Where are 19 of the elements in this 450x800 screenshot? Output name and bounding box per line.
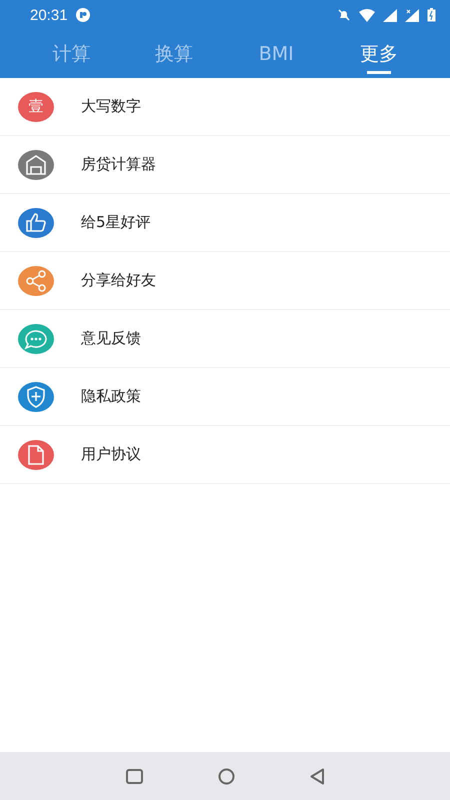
recents-icon[interactable] (126, 768, 142, 784)
back-icon[interactable] (310, 768, 324, 784)
menu-item-label[interactable]: 用户协议 (81, 445, 141, 464)
app-notification-icon (76, 8, 90, 22)
menu-item-label[interactable]: 分享给好友 (81, 271, 156, 290)
glyph-icon: 壹 (18, 92, 54, 122)
menu-item-label[interactable]: 房贷计算器 (81, 155, 156, 174)
battery-icon (427, 8, 436, 22)
tab[interactable]: 更多 (328, 30, 430, 78)
menu-item-label[interactable]: 意见反馈 (81, 329, 141, 348)
bell-off-icon (337, 8, 351, 22)
signal-icon (383, 8, 397, 22)
menu-item-label[interactable]: 给5星好评 (81, 213, 151, 232)
wifi-icon (359, 8, 375, 22)
home-icon[interactable] (218, 768, 234, 784)
menu-item-label[interactable]: 隐私政策 (81, 387, 141, 406)
signal-icon (405, 8, 419, 22)
menu-item-label[interactable]: 大写数字 (81, 97, 141, 116)
status-time: 20:31 (30, 6, 68, 24)
